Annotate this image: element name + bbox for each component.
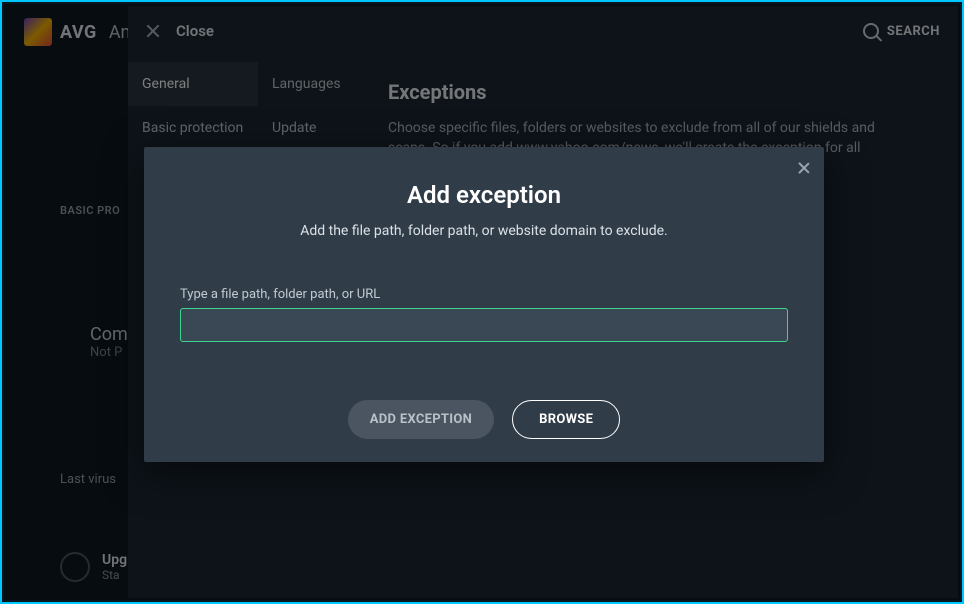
- modal-subtitle: Add the file path, folder path, or websi…: [300, 223, 668, 239]
- path-input-label: Type a file path, folder path, or URL: [180, 287, 788, 302]
- browse-button[interactable]: BROWSE: [512, 400, 620, 439]
- modal-close-button[interactable]: [798, 159, 810, 178]
- path-input[interactable]: [180, 308, 788, 342]
- modal-title: Add exception: [407, 181, 561, 209]
- add-exception-button[interactable]: ADD EXCEPTION: [348, 400, 494, 439]
- close-icon: [798, 162, 810, 174]
- add-exception-modal: Add exception Add the file path, folder …: [144, 147, 824, 462]
